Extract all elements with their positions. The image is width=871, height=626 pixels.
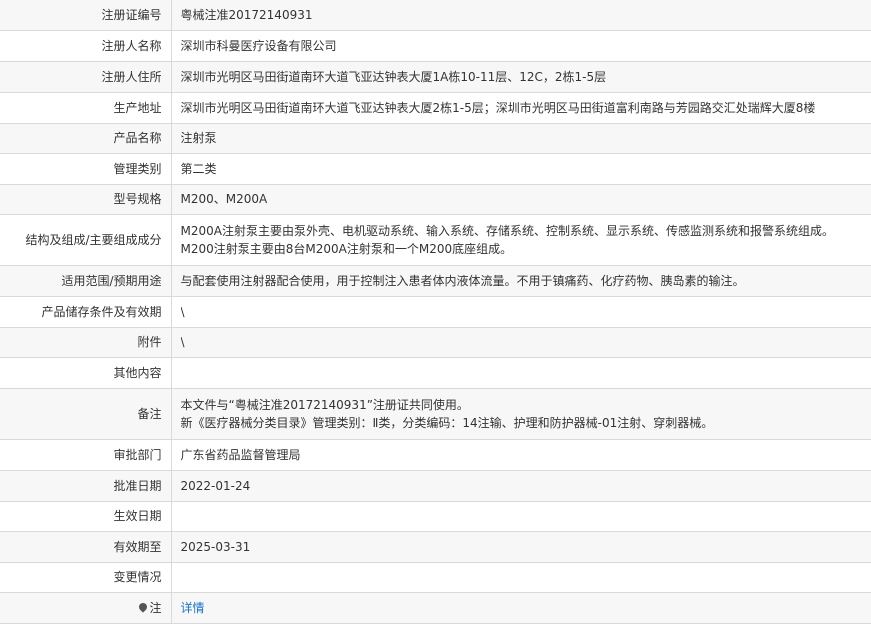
detail-row: 有效期至 2025-03-31 [0, 531, 871, 563]
row-value [171, 501, 871, 532]
row-label: 有效期至 [0, 531, 172, 563]
note-row: 注 详情 [0, 592, 871, 624]
row-value: 粤械注准20172140931 [171, 0, 871, 31]
row-value: 注射泵 [171, 123, 871, 154]
note-row-value-cell: 详情 [171, 592, 871, 624]
row-value-line: 粤械注准20172140931 [180, 7, 313, 22]
detail-row: 产品储存条件及有效期 \ [0, 296, 871, 328]
row-value-line: 本文件与“粤械注准20172140931”注册证共同使用。 [180, 397, 469, 412]
row-label: 注册人住所 [0, 61, 172, 93]
row-label: 产品储存条件及有效期 [0, 296, 172, 328]
row-value: 第二类 [171, 153, 871, 185]
details-link[interactable]: 详情 [181, 601, 205, 615]
detail-row: 变更情况 [0, 562, 871, 593]
row-value-line: \ [180, 304, 185, 319]
row-value-line: 注射泵 [180, 131, 217, 145]
row-value-line: M200、M200A [180, 192, 268, 206]
row-label: 结构及组成/主要组成成分 [0, 214, 172, 266]
row-label: 批准日期 [0, 470, 172, 502]
row-value-line: 2022-01-24 [180, 478, 251, 493]
row-label: 注册人名称 [0, 30, 172, 62]
detail-table-body: 注册证编号 粤械注准20172140931 注册人名称 深圳市科曼医疗设备有限公司 注册… [0, 0, 871, 624]
row-value-line: M200A注射泵主要由泵外壳、电机驱动系统、输入系统、存储系统、控制系统、显示系… [180, 223, 834, 238]
detail-row: 结构及组成/主要组成成分 M200A注射泵主要由泵外壳、电机驱动系统、输入系统、存… [0, 214, 871, 266]
detail-row: 批准日期 2022-01-24 [0, 470, 871, 502]
detail-row: 生产地址 深圳市光明区马田街道南环大道飞亚达钟表大厦2栋1-5层；深圳市光明区马田… [0, 92, 871, 124]
row-value-line: \ [180, 335, 185, 349]
row-value: 2022-01-24 [171, 470, 871, 502]
row-value: 深圳市光明区马田街道南环大道飞亚达钟表大厦2栋1-5层；深圳市光明区马田街道富利… [171, 92, 871, 124]
row-value: \ [171, 296, 871, 328]
note-label: 注 [149, 600, 162, 615]
row-label: 其他内容 [0, 357, 172, 389]
detail-row: 适用范围/预期用途 与配套使用注射器配合使用，用于控制注入患者体内液体流量。不用于… [0, 265, 871, 297]
detail-row: 生效日期 [0, 501, 871, 532]
row-value-line: M200注射泵主要由8台M200A注射泵和一个M200底座组成。 [180, 241, 513, 256]
row-value: \ [171, 327, 871, 358]
row-label: 审批部门 [0, 439, 172, 471]
row-value: M200A注射泵主要由泵外壳、电机驱动系统、输入系统、存储系统、控制系统、显示系… [171, 214, 871, 266]
detail-row: 注册人名称 深圳市科曼医疗设备有限公司 [0, 30, 871, 62]
registration-detail-table: 注册证编号 粤械注准20172140931 注册人名称 深圳市科曼医疗设备有限公司 注册… [0, 0, 871, 624]
row-value-line: 与配套使用注射器配合使用，用于控制注入患者体内液体流量。不用于镇痛药、化疗药物、… [180, 273, 745, 288]
row-value: 广东省药品监督管理局 [171, 439, 871, 471]
note-row-label-cell: 注 [0, 592, 172, 624]
detail-row: 其他内容 [0, 357, 871, 389]
detail-row: 备注 本文件与“粤械注准20172140931”注册证共同使用。新《医疗器械分类目… [0, 388, 871, 440]
row-value: 2025-03-31 [171, 531, 871, 563]
row-value-line: 深圳市光明区马田街道南环大道飞亚达钟表大厦1A栋10-11层、12C，2栋1-5… [180, 69, 607, 84]
detail-row: 审批部门 广东省药品监督管理局 [0, 439, 871, 471]
row-value: 深圳市科曼医疗设备有限公司 [171, 30, 871, 62]
row-value: 本文件与“粤械注准20172140931”注册证共同使用。新《医疗器械分类目录》… [171, 388, 871, 440]
detail-row: 注册人住所 深圳市光明区马田街道南环大道飞亚达钟表大厦1A栋10-11层、12C，… [0, 61, 871, 93]
row-value-line: 深圳市光明区马田街道南环大道飞亚达钟表大厦2栋1-5层；深圳市光明区马田街道富利… [180, 100, 816, 115]
detail-row: 注册证编号 粤械注准20172140931 [0, 0, 871, 31]
row-label: 适用范围/预期用途 [0, 265, 172, 297]
detail-row: 管理类别 第二类 [0, 153, 871, 185]
row-label: 产品名称 [0, 123, 172, 154]
row-label: 管理类别 [0, 153, 172, 185]
row-value: M200、M200A [171, 184, 871, 215]
pin-icon [137, 601, 150, 613]
row-label: 变更情况 [0, 562, 172, 593]
row-label: 型号规格 [0, 184, 172, 215]
row-label: 备注 [0, 388, 172, 440]
row-label: 注册证编号 [0, 0, 172, 31]
row-label: 附件 [0, 327, 172, 358]
detail-row: 型号规格 M200、M200A [0, 184, 871, 215]
row-label: 生效日期 [0, 501, 172, 532]
row-value [171, 357, 871, 389]
row-value-line: 2025-03-31 [180, 539, 251, 554]
row-value [171, 562, 871, 593]
row-value: 深圳市光明区马田街道南环大道飞亚达钟表大厦1A栋10-11层、12C，2栋1-5… [171, 61, 871, 93]
row-value-line: 广东省药品监督管理局 [180, 447, 301, 462]
row-value-line: 第二类 [180, 161, 217, 176]
row-value-line: 深圳市科曼医疗设备有限公司 [180, 38, 337, 53]
row-label: 生产地址 [0, 92, 172, 124]
detail-row: 产品名称 注射泵 [0, 123, 871, 154]
row-value: 与配套使用注射器配合使用，用于控制注入患者体内液体流量。不用于镇痛药、化疗药物、… [171, 265, 871, 297]
row-value-line: 新《医疗器械分类目录》管理类别：Ⅱ类，分类编码：14注输、护理和防护器械-01注… [180, 415, 714, 430]
detail-row: 附件 \ [0, 327, 871, 358]
